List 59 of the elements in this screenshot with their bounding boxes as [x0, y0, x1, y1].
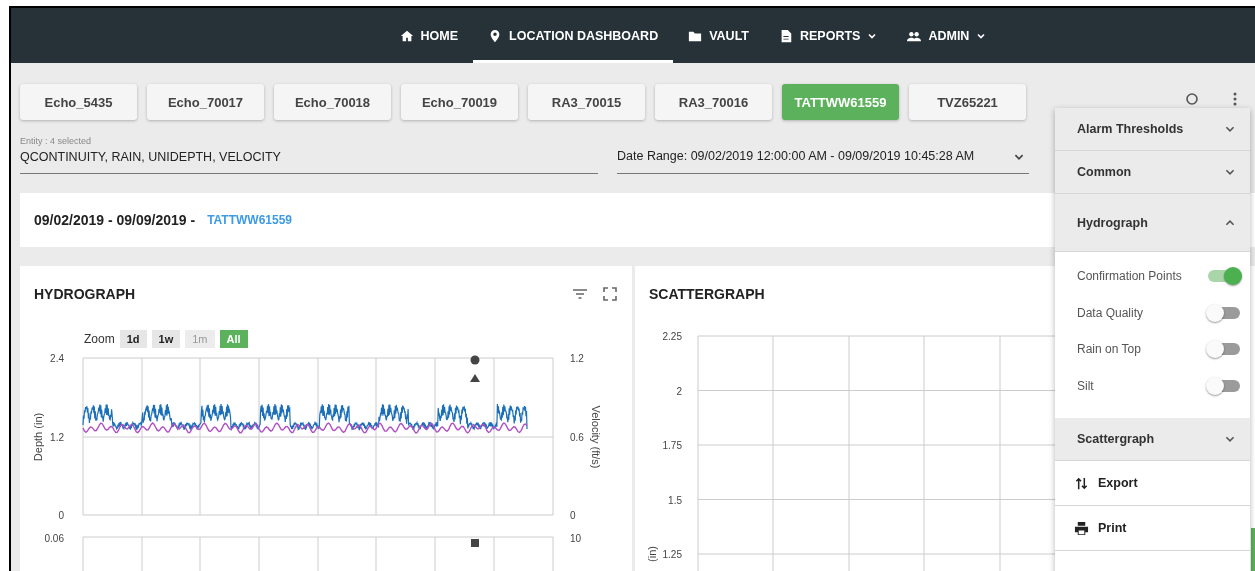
axis-tick-label: 0.06 — [44, 533, 64, 544]
chart-title: HYDROGRAPH — [34, 286, 136, 302]
more-menu-icon[interactable] — [1232, 91, 1238, 107]
axis-tick-label: 0 — [570, 510, 576, 521]
toggle-switch[interactable] — [1208, 270, 1240, 283]
location-tab[interactable]: Echo_5435 — [20, 84, 137, 120]
square-marker-icon — [471, 539, 479, 547]
axis-tick-label: 1.2 — [570, 353, 584, 364]
date-range-heading: 09/02/2019 - 09/09/2019 - — [34, 212, 196, 228]
nav-tab[interactable]: HOME — [384, 8, 474, 63]
document-icon — [779, 28, 793, 43]
location-tab[interactable]: RA3_70016 — [655, 84, 772, 120]
zoom-button[interactable]: 1w — [151, 330, 181, 348]
accordion-header[interactable]: Hydrograph — [1055, 194, 1250, 252]
axis-tick-label: 1.75 — [662, 440, 682, 451]
nav-tab[interactable]: REPORTS — [764, 8, 893, 63]
printer-icon — [1074, 520, 1089, 536]
axis-tick-label: 2.25 — [662, 331, 682, 342]
axis-tick-label: 2.4 — [50, 353, 64, 364]
location-tab[interactable]: TVZ65221 — [909, 84, 1026, 120]
home-icon — [399, 28, 414, 43]
option-label: Data Quality — [1077, 305, 1144, 320]
accordion-header[interactable]: Alarm Thresholds — [1055, 108, 1250, 151]
zoom-label: Zoom — [84, 332, 115, 346]
axis-title: Depth (in) — [32, 412, 44, 462]
menu-item[interactable]: Print — [1055, 506, 1250, 551]
axis-title: (in) — [646, 546, 658, 562]
sort-arrows-icon — [1074, 475, 1089, 491]
fullscreen-icon[interactable] — [602, 286, 618, 302]
axis-tick-label: 1.25 — [662, 549, 682, 560]
chart-title: SCATTERGRAPH — [649, 286, 765, 302]
filter-icon[interactable] — [572, 286, 588, 302]
toggle-switch[interactable] — [1208, 306, 1240, 319]
option-label: Silt — [1077, 378, 1094, 393]
accordion-header[interactable]: Common — [1055, 151, 1250, 194]
axis-tick-label: 0 — [58, 510, 64, 521]
axis-tick-label: 0.6 — [570, 431, 584, 443]
triangle-marker-icon — [470, 374, 480, 382]
axis-tick-label: 1.5 — [668, 494, 682, 506]
axis-tick-label: 2 — [676, 385, 682, 397]
zoom-button[interactable]: 1d — [119, 330, 147, 348]
option-label: Rain on Top — [1077, 342, 1141, 357]
menu-item[interactable]: Export — [1055, 461, 1250, 506]
date-range-select[interactable]: Date Range: 09/02/2019 12:00:00 AM - 09/09/2019 10:45:28 AM — [617, 136, 1029, 174]
axis-tick-label: 10 — [570, 533, 582, 544]
location-tab[interactable]: Echo_70018 — [274, 84, 391, 120]
nav-tab[interactable]: ADMIN — [892, 8, 1002, 63]
circle-marker-icon — [470, 355, 480, 365]
axis-title: Velocity (ft/s) — [590, 405, 602, 469]
location-tab[interactable]: Echo_70017 — [147, 84, 264, 120]
location-tab[interactable]: RA3_70015 — [528, 84, 645, 120]
nav-tab[interactable]: VAULT — [673, 8, 764, 63]
entity-select[interactable]: Entity : 4 selected QCONTINUITY, RAIN, UNIDEPTH, VELOCITY — [20, 136, 598, 174]
location-tab[interactable]: Echo_70019 — [401, 84, 518, 120]
axis-tick-label: 1.2 — [50, 431, 64, 443]
accordion-header[interactable]: Scattergraph — [1055, 418, 1250, 461]
toggle-switch[interactable] — [1208, 343, 1240, 356]
toggle-switch[interactable] — [1208, 379, 1240, 392]
option-label: Confirmation Points — [1077, 269, 1182, 284]
